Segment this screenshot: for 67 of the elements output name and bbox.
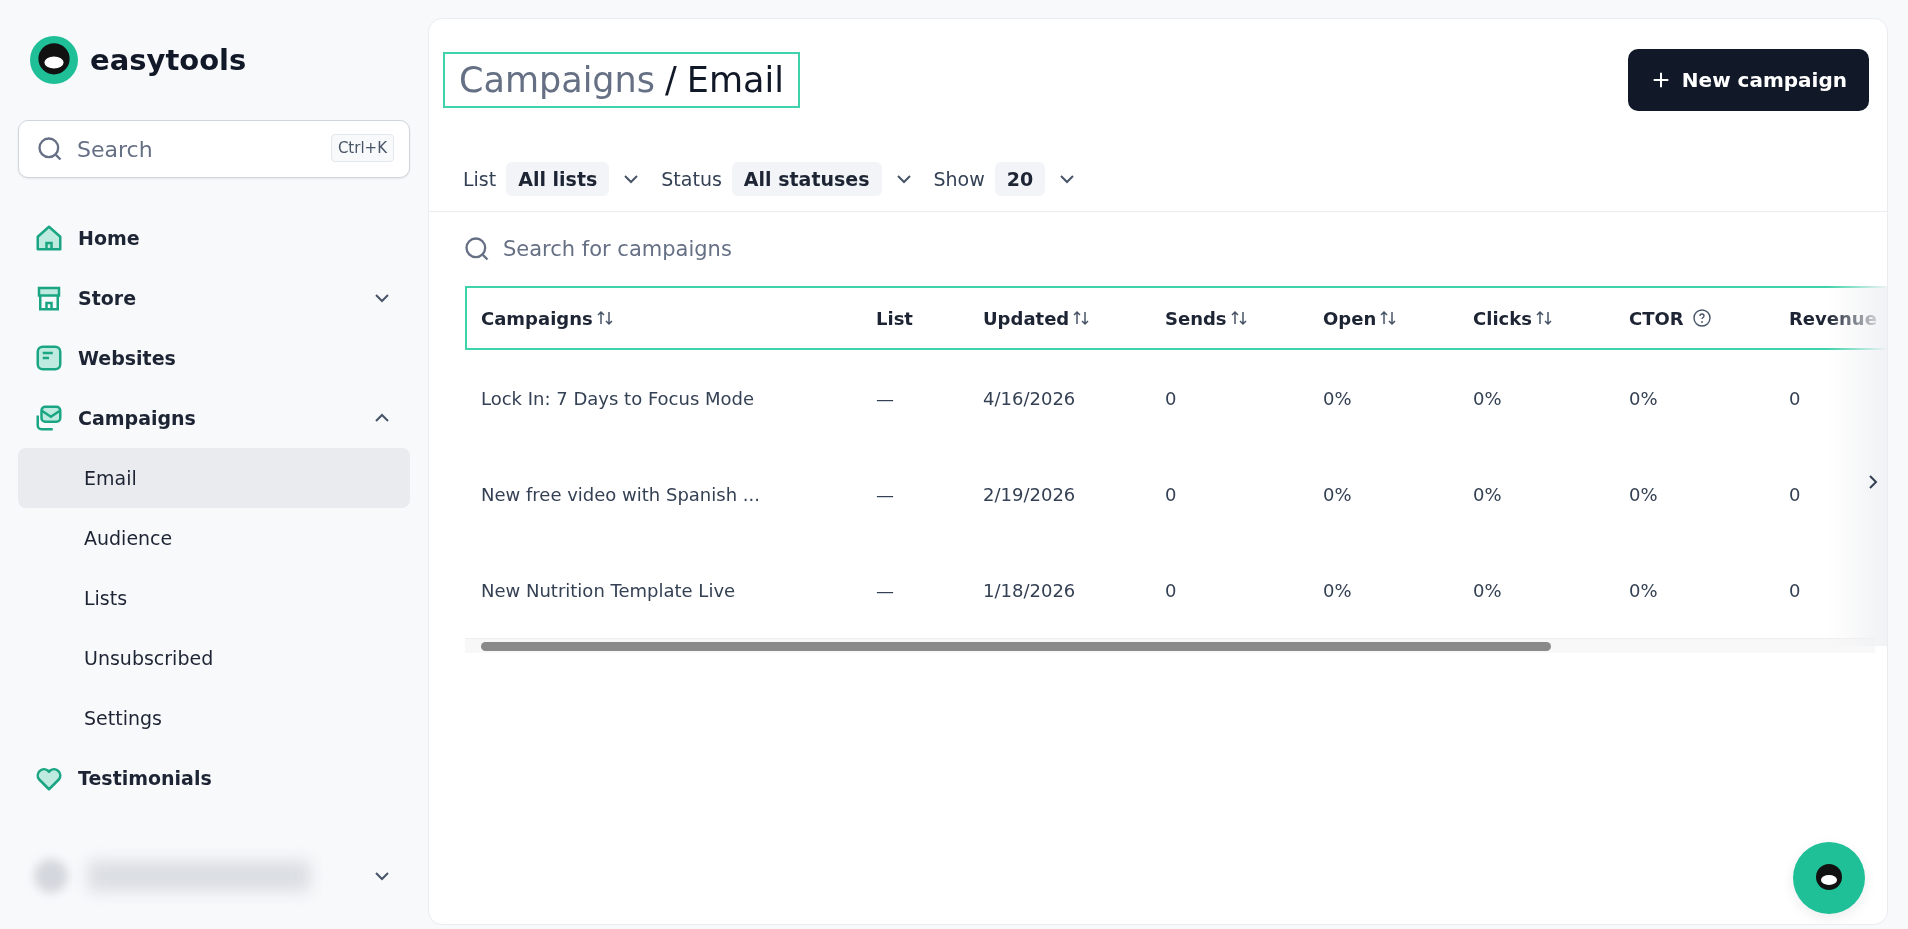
table-cell: 0% <box>1323 579 1352 601</box>
filter-label: Show <box>933 168 985 190</box>
brand-name: easytools <box>90 43 247 77</box>
table-cell: Lock In: 7 Days to Focus Mode <box>481 387 755 409</box>
table-cell: — <box>876 579 894 601</box>
table-cell: 0% <box>1473 483 1502 505</box>
table-cell: New free video with Spanish ... <box>481 483 760 505</box>
column-header[interactable]: Updated <box>983 307 1070 329</box>
nav-label: Campaigns <box>78 407 197 429</box>
search-icon <box>36 135 64 163</box>
table-cell: 4/16/2026 <box>983 387 1076 409</box>
nav-item[interactable]: Testimonials <box>18 748 410 808</box>
table-cell: 0 <box>1165 387 1177 409</box>
website-icon <box>34 343 64 373</box>
column-header[interactable]: List <box>876 307 913 329</box>
nav-item[interactable]: Campaigns <box>18 388 410 448</box>
nav-subitem[interactable]: Audience <box>18 508 410 568</box>
table-cell: 0% <box>1629 387 1658 409</box>
table-cell: 0% <box>1473 579 1502 601</box>
column-header[interactable]: Campaigns <box>481 307 593 329</box>
search-icon <box>463 235 491 263</box>
sort-icon[interactable] <box>1378 308 1399 328</box>
table-cell: — <box>876 387 894 409</box>
filter-label: Status <box>661 168 722 190</box>
horizontal-scrollbar[interactable] <box>465 638 1875 653</box>
nav-label: Home <box>78 227 141 249</box>
table-cell: New Nutrition Template Live <box>481 579 736 601</box>
table-cell: 0% <box>1629 483 1658 505</box>
nav-item[interactable]: Home <box>18 208 410 268</box>
nav-item[interactable]: Websites <box>18 328 410 388</box>
column-header[interactable]: Open <box>1323 307 1377 329</box>
mail-icon <box>34 403 64 433</box>
shortcut-hint: Ctrl+K <box>330 134 394 162</box>
new-campaign-button[interactable]: New campaign <box>1627 49 1869 111</box>
breadcrumb: Campaigns / Email <box>443 52 800 108</box>
table-cell: 0% <box>1323 483 1352 505</box>
logo-icon <box>30 36 78 84</box>
table-cell: 0 <box>1165 483 1177 505</box>
sort-icon[interactable] <box>1071 308 1092 328</box>
column-header[interactable]: Sends <box>1165 307 1227 329</box>
filter-dropdown[interactable]: All lists <box>506 162 610 196</box>
table-cell: 0% <box>1473 387 1502 409</box>
filter-label: List <box>463 168 497 190</box>
nav-subitem[interactable]: Settings <box>18 688 410 748</box>
filter-dropdown[interactable]: All statuses <box>731 162 882 196</box>
table-cell: 0% <box>1323 387 1352 409</box>
nav-subitem[interactable]: Email <box>18 448 410 508</box>
table-cell: 0 <box>1165 579 1177 601</box>
column-header[interactable]: CTOR <box>1629 307 1684 329</box>
table-cell: 1/18/2026 <box>983 579 1076 601</box>
help-icon[interactable] <box>1691 308 1712 328</box>
column-header[interactable]: Clicks <box>1473 307 1532 329</box>
column-header[interactable]: Revenue <box>1789 307 1877 329</box>
nav-subitem[interactable]: Lists <box>18 568 410 628</box>
table-cell: 2/19/2026 <box>983 483 1076 505</box>
table-cell: — <box>876 483 894 505</box>
table-cell: 0% <box>1629 579 1658 601</box>
filter-dropdown[interactable]: 20 <box>994 162 1046 196</box>
table-cell: 0 <box>1789 483 1801 505</box>
nav-subitem[interactable]: Unsubscribed <box>18 628 410 688</box>
house-icon <box>34 223 64 253</box>
nav-item[interactable]: Store <box>18 268 410 328</box>
table-cell: 0 <box>1789 387 1801 409</box>
nav-label: Store <box>78 287 138 309</box>
table-cell: 0 <box>1789 579 1801 601</box>
nav-label: Testimonials <box>78 767 213 789</box>
nav-label: Websites <box>78 347 177 369</box>
